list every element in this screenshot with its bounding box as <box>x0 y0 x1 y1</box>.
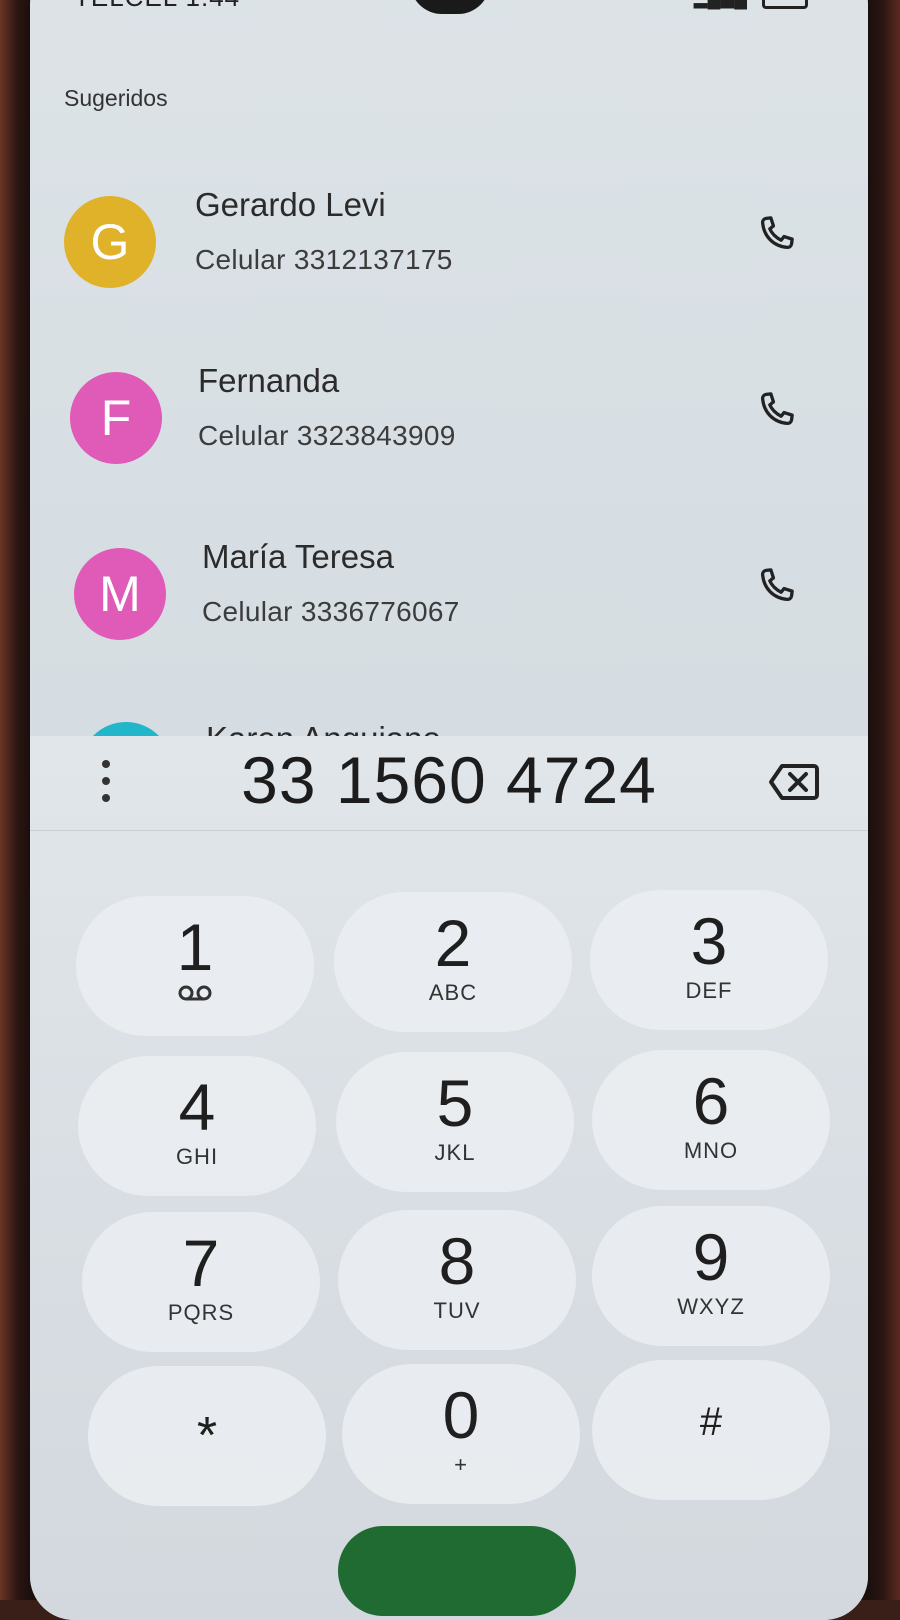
dialer-screen: TELCEL 1:44 ▂▄▆█ Sugeridos G Gerardo Lev… <box>30 0 868 1620</box>
key-digit: * <box>196 1407 218 1465</box>
key-letters: WXYZ <box>677 1294 745 1319</box>
dial-key-hash[interactable]: # <box>592 1360 830 1500</box>
key-letters: DEF <box>685 978 733 1003</box>
key-digit: 0 <box>442 1378 480 1452</box>
contact-name: Fernanda <box>198 362 340 399</box>
key-digit: 1 <box>176 910 214 984</box>
dial-key-7[interactable]: 7 PQRS <box>82 1212 320 1352</box>
key-digit: 6 <box>692 1064 730 1138</box>
contact-name: Gerardo Levi <box>195 186 386 223</box>
key-digit: 8 <box>438 1224 476 1298</box>
dial-key-2[interactable]: 2 ABC <box>334 892 572 1032</box>
dial-key-5[interactable]: 5 JKL <box>336 1052 574 1192</box>
carrier-time: TELCEL 1:44 <box>74 0 240 13</box>
call-button[interactable] <box>338 1526 576 1616</box>
key-digit: 3 <box>690 904 728 978</box>
camera-notch <box>410 0 490 14</box>
dial-key-8[interactable]: 8 TUV <box>338 1210 576 1350</box>
key-digit: 9 <box>692 1220 730 1294</box>
dial-key-star[interactable]: * <box>88 1366 326 1506</box>
battery-icon <box>762 0 808 10</box>
key-letters: TUV <box>433 1298 481 1323</box>
contact-name: María Teresa <box>202 538 394 575</box>
key-letters: ABC <box>428 980 478 1005</box>
signal-icon: ▂▄▆█ <box>694 0 747 8</box>
dial-key-9[interactable]: 9 WXYZ <box>592 1206 830 1346</box>
status-bar: TELCEL 1:44 ▂▄▆█ <box>30 0 868 14</box>
dial-key-1[interactable]: 1 <box>76 896 314 1036</box>
phone-call-icon[interactable] <box>754 564 798 608</box>
key-digit: 7 <box>182 1226 220 1300</box>
status-icons: ▂▄▆█ <box>694 0 808 10</box>
avatar: M <box>74 548 166 640</box>
dial-key-0[interactable]: 0 + <box>342 1364 580 1504</box>
key-letters: PQRS <box>167 1300 235 1325</box>
contact-phone: Celular 3336776067 <box>202 596 460 627</box>
key-letters: + <box>454 1452 468 1477</box>
voicemail-icon <box>178 985 212 1001</box>
key-letters: JKL <box>434 1140 476 1165</box>
phone-frame: TELCEL 1:44 ▂▄▆█ Sugeridos G Gerardo Lev… <box>0 0 900 1620</box>
key-digit: 2 <box>434 906 472 980</box>
dial-key-3[interactable]: 3 DEF <box>590 890 828 1030</box>
suggested-title: Sugeridos <box>64 85 168 111</box>
contact-row[interactable]: G Gerardo Levi Celular 3312137175 <box>30 186 868 312</box>
avatar: F <box>70 372 162 464</box>
key-letters: GHI <box>175 1144 219 1169</box>
phone-call-icon[interactable] <box>754 388 798 432</box>
contact-row[interactable]: M María Teresa Celular 3336776067 <box>30 538 868 664</box>
dialed-number[interactable]: 33 1560 4724 <box>30 742 868 818</box>
contact-phone: Celular 3323843909 <box>198 420 456 451</box>
backspace-icon[interactable] <box>768 762 820 802</box>
key-digit: # <box>699 1400 723 1444</box>
number-display-row: 33 1560 4724 <box>30 736 868 831</box>
key-digit: 5 <box>436 1066 474 1140</box>
key-letters: MNO <box>683 1138 739 1163</box>
contact-row[interactable]: F Fernanda Celular 3323843909 <box>30 362 868 488</box>
key-digit: 4 <box>178 1070 216 1144</box>
contact-phone: Celular 3312137175 <box>195 244 453 275</box>
avatar: G <box>64 196 156 288</box>
dial-key-4[interactable]: 4 GHI <box>78 1056 316 1196</box>
phone-call-icon[interactable] <box>754 212 798 256</box>
dial-key-6[interactable]: 6 MNO <box>592 1050 830 1190</box>
